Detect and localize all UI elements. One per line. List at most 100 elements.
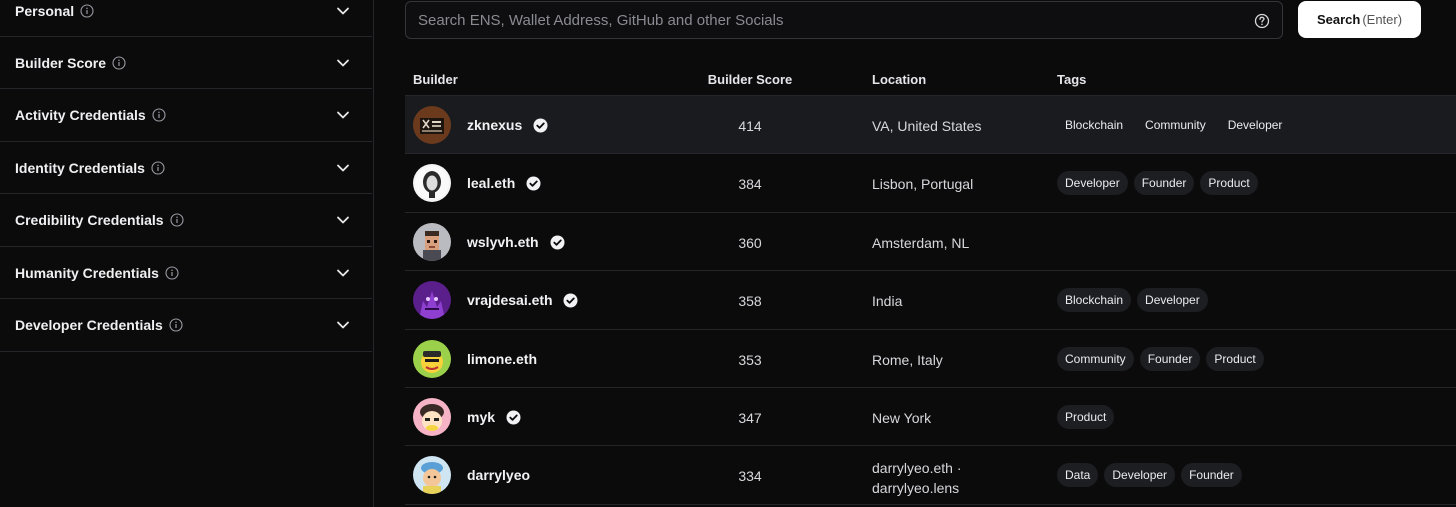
info-icon[interactable] (152, 108, 166, 122)
tag: Community (1145, 118, 1206, 132)
verified-badge-icon (550, 235, 565, 250)
builder-name[interactable]: myk (467, 409, 495, 425)
filter-builder-score[interactable]: Builder Score (0, 37, 372, 89)
table-row[interactable]: vrajdesai.eth 358 India Blockchain Devel… (405, 271, 1456, 330)
tag: Product (1200, 171, 1258, 196)
tag: Developer (1104, 463, 1176, 488)
tag: Developer (1227, 118, 1283, 132)
builder-score: 414 (738, 118, 762, 134)
verified-badge-icon (533, 118, 548, 133)
tag: Developer (1057, 171, 1128, 196)
verified-badge-icon (563, 293, 578, 308)
info-icon[interactable] (170, 213, 184, 227)
builder-location: Lisbon, Portugal (872, 176, 974, 193)
chevron-down-icon[interactable] (336, 57, 350, 69)
builder-location: darrylyeo.eth · darrylyeo.lens (872, 458, 961, 498)
builder-name[interactable]: zknexus (467, 117, 522, 133)
avatar (413, 164, 451, 203)
search-input[interactable] (406, 2, 1282, 38)
table-header: Builder Builder Score Location Tags (405, 60, 1456, 96)
tag: Data (1057, 463, 1099, 488)
info-icon[interactable] (80, 3, 94, 18)
builder-name[interactable]: leal.eth (467, 175, 515, 191)
tag-list: Data Developer Founder (1057, 463, 1242, 488)
table-row[interactable]: myk 347 New York Product (405, 388, 1456, 447)
filter-label: Personal (15, 2, 75, 19)
builder-location: Amsterdam, NL (872, 234, 970, 251)
location-line: darrylyeo.lens (872, 480, 960, 497)
builder-score: 384 (738, 176, 762, 193)
chevron-down-icon[interactable] (336, 5, 350, 17)
avatar (413, 397, 451, 436)
column-header-location[interactable]: Location (872, 72, 926, 87)
filter-label: Credibility Credentials (15, 212, 164, 228)
avatar (413, 339, 451, 378)
filter-label: Humanity Credentials (15, 264, 159, 281)
builder-score: 347 (738, 409, 762, 426)
location-line: darrylyeo.eth · (872, 460, 962, 477)
filter-label: Builder Score (15, 54, 107, 71)
info-icon[interactable] (165, 265, 179, 280)
verified-badge-icon (506, 410, 521, 425)
filter-label: Activity Credentials (15, 107, 146, 123)
filter-sidebar: Personal Builder Score Activity Credenti… (0, 0, 374, 507)
verified-badge-icon (526, 176, 541, 191)
tag: Blockchain (1057, 288, 1132, 313)
column-header-builder-score[interactable]: Builder Score (690, 72, 810, 87)
chevron-down-icon[interactable] (336, 162, 350, 174)
table-row[interactable]: leal.eth 384 Lisbon, Portugal Developer … (405, 154, 1456, 213)
tag: Blockchain (1065, 118, 1124, 132)
tag: Community (1057, 346, 1134, 371)
search-box (405, 1, 1283, 39)
table-row[interactable]: wslyvh.eth 360 Amsterdam, NL (405, 213, 1456, 272)
builder-score: 358 (738, 293, 762, 310)
builder-name[interactable]: limone.eth (467, 351, 537, 367)
builder-location: New York (872, 409, 932, 426)
search-button-hint: (Enter) (1362, 12, 1403, 27)
builder-location: VA, United States (872, 118, 982, 134)
filter-developer-credentials[interactable]: Developer Credentials (0, 300, 372, 352)
table-row[interactable]: zknexus 414 VA, United States Blockchain… (405, 96, 1456, 155)
tag: Founder (1181, 463, 1242, 488)
chevron-down-icon[interactable] (336, 109, 350, 121)
chevron-down-icon[interactable] (336, 319, 350, 331)
tag-list: Blockchain Developer (1057, 288, 1208, 313)
column-header-tags: Tags (1057, 72, 1087, 87)
tag: Product (1057, 404, 1115, 429)
tag: Developer (1137, 288, 1208, 313)
filter-label: Identity Credentials (15, 159, 145, 176)
chevron-down-icon[interactable] (336, 267, 350, 279)
avatar (413, 222, 451, 261)
column-header-builder[interactable]: Builder (413, 72, 458, 87)
table-row[interactable]: limone.eth 353 Rome, Italy Community Fou… (405, 330, 1456, 388)
table-row[interactable]: darrylyeo 334 darrylyeo.eth · darrylyeo.… (405, 446, 1456, 505)
filter-activity-credentials[interactable]: Activity Credentials (0, 90, 372, 142)
builder-name[interactable]: darrylyeo (467, 467, 530, 483)
avatar (413, 281, 451, 320)
tag: Product (1206, 346, 1264, 371)
builder-score: 334 (738, 468, 762, 485)
filter-identity-credentials[interactable]: Identity Credentials (0, 142, 372, 194)
chevron-down-icon[interactable] (336, 214, 350, 226)
info-icon[interactable] (112, 55, 126, 70)
builder-score: 360 (738, 234, 762, 251)
tag: Founder (1139, 346, 1201, 371)
filter-personal[interactable]: Personal (0, 0, 372, 37)
tag: Founder (1133, 171, 1195, 196)
builder-name[interactable]: wslyvh.eth (467, 234, 539, 250)
tag-list: Community Founder Product (1057, 346, 1264, 371)
avatar (413, 106, 451, 144)
help-icon[interactable] (1254, 13, 1270, 29)
info-icon[interactable] (151, 160, 165, 175)
tag-list: Blockchain Community Developer (1057, 113, 1290, 137)
info-icon[interactable] (169, 318, 183, 332)
builder-location: India (872, 293, 903, 310)
builder-name[interactable]: vrajdesai.eth (467, 292, 553, 308)
builders-table: Builder Builder Score Location Tags zkne… (405, 60, 1456, 505)
filter-label: Developer Credentials (15, 317, 163, 333)
tag-list: Developer Founder Product (1057, 171, 1258, 196)
avatar (413, 456, 451, 495)
filter-humanity-credentials[interactable]: Humanity Credentials (0, 247, 372, 299)
filter-credibility-credentials[interactable]: Credibility Credentials (0, 195, 372, 247)
search-button[interactable]: Search (Enter) (1298, 1, 1421, 38)
